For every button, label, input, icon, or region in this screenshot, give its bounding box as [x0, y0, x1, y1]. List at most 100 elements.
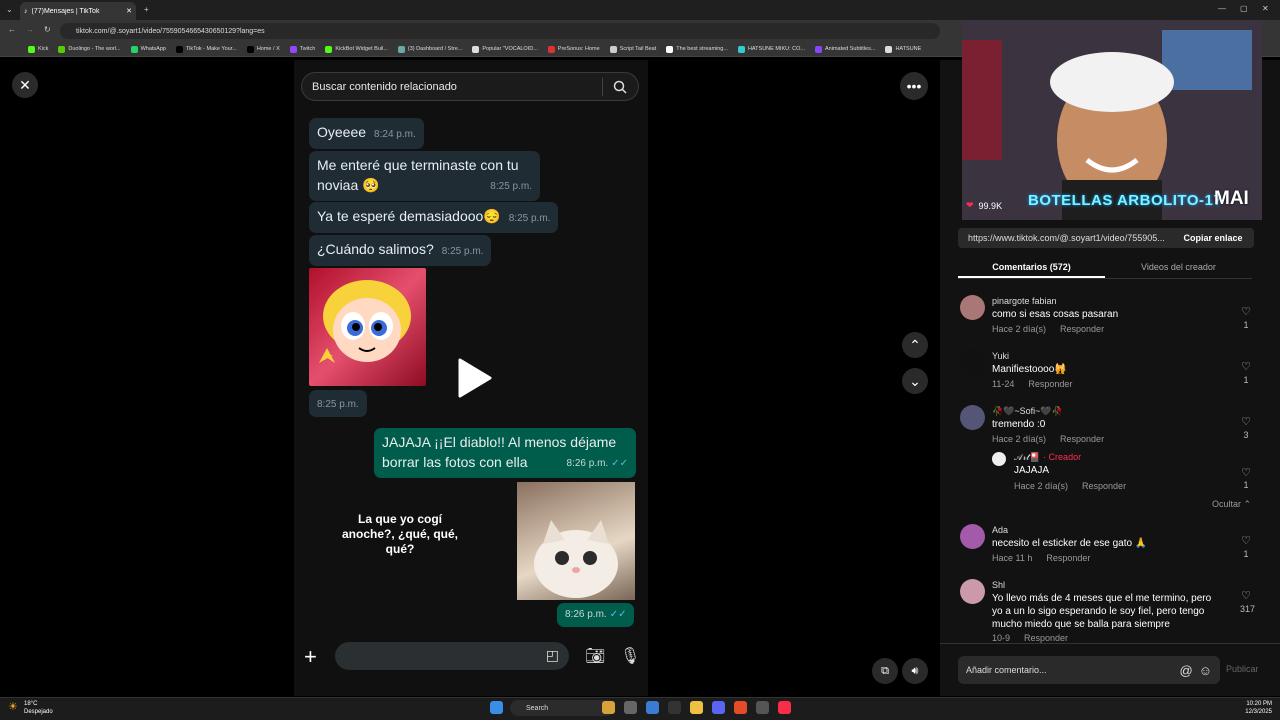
like-heart-icon[interactable]: ♡	[1240, 305, 1252, 318]
emoji-icon[interactable]: ☺	[1199, 663, 1212, 678]
comment-author[interactable]: 𝒜𝓇𝓉🎴	[1014, 452, 1041, 462]
bookmark-item[interactable]: Duolingo - The worl...	[58, 45, 121, 53]
new-tab-button[interactable]: +	[144, 5, 149, 14]
weather-widget[interactable]: 18°C Despejado	[24, 700, 53, 716]
reply-button[interactable]: Responder	[1060, 434, 1104, 444]
attach-plus-icon[interactable]: +	[304, 644, 317, 670]
browser-tab[interactable]: ♪ (77)Mensajes | TikTok ✕	[20, 2, 136, 20]
taskbar-search[interactable]: Search	[510, 700, 614, 716]
minimize-icon[interactable]: —	[1218, 4, 1226, 13]
comment-author[interactable]: Yuki	[992, 351, 1009, 361]
bookmark-item[interactable]: HATSUNE MIKU: CO...	[737, 45, 805, 53]
pip-button[interactable]: ⧉	[872, 658, 898, 684]
tab-creator-videos[interactable]: Videos del creador	[1105, 257, 1252, 278]
bookmark-label: HATSUNE MIKU: CO...	[747, 46, 805, 52]
url-input[interactable]: tiktok.com/@.soyart1/video/7559054665430…	[60, 23, 940, 39]
reload-icon[interactable]: ↻	[44, 25, 51, 34]
like-heart-icon[interactable]: ♡	[1240, 466, 1252, 479]
reply-button[interactable]: Responder	[1060, 324, 1104, 334]
add-comment-input[interactable]: Añadir comentario... @ ☺	[958, 656, 1220, 684]
back-icon[interactable]: ←	[8, 25, 16, 34]
chrome-icon[interactable]	[734, 701, 747, 714]
comment-author[interactable]: 🥀🖤~Sofi~🖤🥀	[992, 406, 1063, 417]
clock[interactable]: 10:20 PM 12/3/2025	[1238, 700, 1272, 716]
file-explorer-icon[interactable]	[690, 701, 703, 714]
bookmark-item[interactable]: WhatsApp	[130, 45, 166, 53]
bookmark-label: PreSonus: Home	[557, 46, 600, 52]
tab-list-icon[interactable]: ⌄	[6, 5, 13, 14]
close-video-button[interactable]: ✕	[12, 72, 38, 98]
bookmark-item[interactable]: (3) Dashboard / Stre...	[397, 45, 462, 53]
stream-overlay-text: BOTELLAS ARBOLITO-17	[1028, 192, 1223, 209]
avatar[interactable]	[960, 524, 985, 549]
bookmark-item[interactable]: The best streaming...	[666, 45, 728, 53]
taskbar	[0, 697, 1280, 720]
search-icon[interactable]	[613, 80, 627, 94]
bookmark-item[interactable]: TikTok - Make Your...	[175, 45, 237, 53]
share-link[interactable]: https://www.tiktok.com/@.soyart1/video/7…	[968, 233, 1173, 243]
copy-link-button[interactable]: Copiar enlace	[1172, 228, 1254, 248]
comment-author[interactable]: Ada	[992, 525, 1008, 535]
reply-button[interactable]: Responder	[1082, 481, 1126, 491]
bookmark-item[interactable]: HATSUNE	[885, 45, 921, 53]
more-options-button[interactable]: •••	[900, 72, 928, 100]
bookmark-item[interactable]: Home / X	[246, 45, 280, 53]
like-heart-icon[interactable]: ♡	[1240, 589, 1252, 602]
like-heart-icon[interactable]: ♡	[1240, 360, 1252, 373]
like-heart-icon[interactable]: ♡	[1240, 534, 1252, 547]
play-icon[interactable]	[454, 358, 494, 398]
windows-start-icon[interactable]	[490, 701, 503, 714]
bookmark-item[interactable]: Kick	[28, 45, 48, 53]
comment-like-count: 1	[1243, 320, 1249, 330]
presonus-icon	[547, 45, 555, 53]
bookmark-item[interactable]: Popular "VOCALOID...	[472, 45, 538, 53]
close-tab-icon[interactable]: ✕	[126, 7, 132, 15]
hide-replies-button[interactable]: Ocultar ⌃	[1212, 499, 1251, 510]
creator-badge: · Creador	[1043, 452, 1082, 462]
next-video-button[interactable]: ⌄	[902, 368, 928, 394]
message-text: ¿Cuándo salimos?	[317, 241, 434, 257]
reply-button[interactable]: Responder	[1028, 379, 1072, 389]
comment-author[interactable]: pinargote fabian	[992, 296, 1057, 306]
like-count: 99.9K	[978, 200, 1003, 211]
mention-icon[interactable]: @	[1180, 663, 1193, 678]
reply-button[interactable]: Responder	[1046, 553, 1090, 563]
app-icon[interactable]	[668, 701, 681, 714]
avatar[interactable]	[960, 405, 985, 430]
microphone-icon[interactable]: 🎙︎	[620, 646, 640, 666]
previous-video-button[interactable]: ⌃	[902, 332, 928, 358]
task-view-icon[interactable]	[624, 701, 637, 714]
avatar[interactable]	[960, 350, 985, 375]
camera-icon[interactable]: 📷︎	[585, 646, 605, 666]
music-icon[interactable]	[778, 701, 791, 714]
sticker-icon[interactable]: ◰	[546, 647, 559, 664]
forward-icon[interactable]: →	[26, 25, 34, 34]
bookmark-item[interactable]: Script Tail Beat	[609, 45, 656, 53]
sticker-time-bubble: 8:25 p.m.	[309, 390, 367, 417]
bookmark-label: Home / X	[256, 46, 280, 52]
bookmark-item[interactable]: PreSonus: Home	[547, 45, 600, 53]
add-comment-placeholder: Añadir comentario...	[966, 665, 1047, 675]
app-icon[interactable]	[756, 701, 769, 714]
maximize-icon[interactable]: ▢	[1240, 4, 1248, 13]
discord-icon[interactable]	[712, 701, 725, 714]
widget-icon[interactable]	[602, 701, 615, 714]
publish-button[interactable]: Publicar	[1226, 664, 1259, 674]
avatar[interactable]	[960, 579, 985, 604]
like-heart-icon[interactable]: ♡	[1240, 415, 1252, 428]
comment-author[interactable]: Shl	[992, 580, 1005, 590]
message-input[interactable]: ◰	[335, 642, 569, 670]
close-window-icon[interactable]: ✕	[1262, 4, 1269, 13]
reply-button[interactable]: Responder	[1024, 633, 1068, 643]
related-search-input[interactable]: Buscar contenido relacionado	[301, 72, 639, 101]
avatar[interactable]	[960, 295, 985, 320]
bookmark-item[interactable]: KickBot Widget Buil...	[325, 45, 388, 53]
avatar[interactable]	[992, 452, 1006, 466]
tab-comments[interactable]: Comentarios (572)	[958, 257, 1105, 278]
volume-button[interactable]: 🔊︎	[902, 658, 928, 684]
bookmark-item[interactable]: Animated Subtitles...	[815, 45, 875, 53]
bookmark-item[interactable]: Twitch	[289, 45, 315, 53]
subtitles-icon	[815, 45, 822, 53]
chevron-down-icon: ⌄	[909, 372, 921, 389]
app-icon[interactable]	[646, 701, 659, 714]
